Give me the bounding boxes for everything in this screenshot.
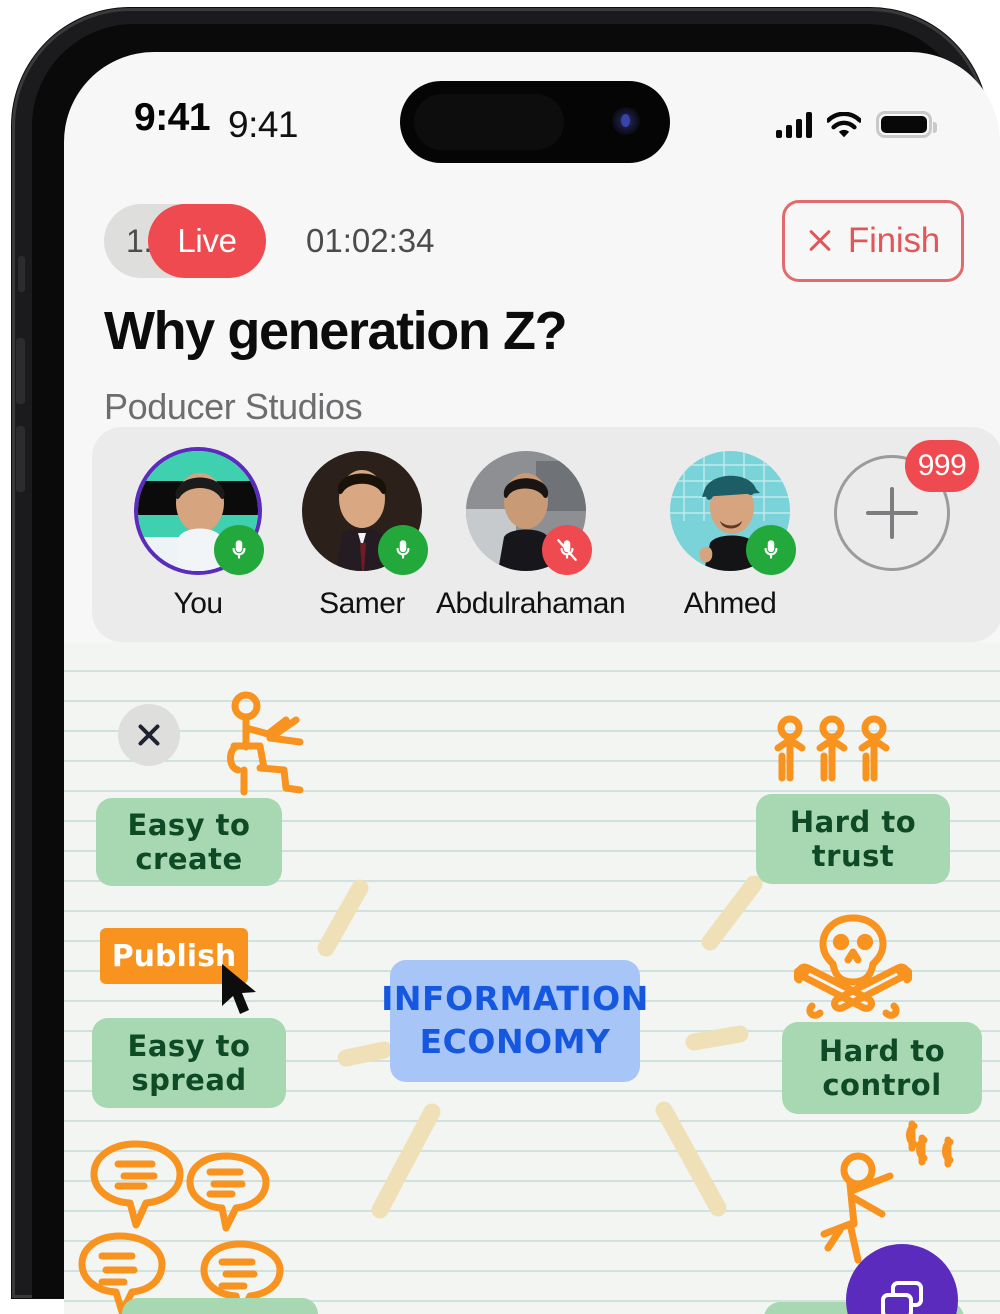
- status-bar: 9:41 9:41: [64, 52, 1000, 164]
- volume-down-button[interactable]: [16, 426, 25, 492]
- elapsed-timer: 01:02:34: [306, 222, 435, 259]
- participants-row: You Samer Abdulrahaman Ahmed 999: [92, 427, 1000, 642]
- silent-switch[interactable]: [18, 256, 25, 292]
- avatar[interactable]: [138, 451, 264, 575]
- node-hard-to-trust[interactable]: Hard to trust: [756, 794, 950, 884]
- center-node-line-1: INFORMATION: [381, 979, 649, 1019]
- close-x-icon: [806, 227, 834, 255]
- battery-full-icon: [876, 111, 937, 138]
- avatar[interactable]: [466, 451, 592, 575]
- node-center-information-economy[interactable]: INFORMATION ECONOMY: [381, 960, 648, 1082]
- pending-requests-badge: 999: [905, 440, 979, 492]
- participants-strip: You Samer Abdulrahaman Ahmed 999: [92, 427, 1000, 642]
- node-line-1: Easy to: [127, 807, 251, 842]
- cellular-bars-icon: [776, 112, 812, 138]
- plus-icon: [866, 487, 918, 539]
- node-line-2: create: [135, 842, 243, 876]
- node-line-1: Hard to: [789, 804, 917, 839]
- skull-and-crossbones-doodle: [794, 914, 912, 1019]
- page-subtitle: Poducer Studios: [104, 386, 363, 427]
- crowd-of-people-doodle: [774, 715, 890, 782]
- status-icons: [776, 104, 937, 138]
- node-line-2: trust: [811, 839, 895, 873]
- participant-abdulrahaman[interactable]: Abdulrahaman: [436, 451, 626, 621]
- node-easy-to-create[interactable]: Easy to create: [96, 798, 282, 886]
- avatar[interactable]: [302, 451, 428, 575]
- mic-on-icon[interactable]: [746, 525, 796, 575]
- avatar[interactable]: [670, 451, 796, 575]
- node-line-1: Easy to: [127, 1028, 251, 1063]
- status-clock-primary: 9:41: [134, 96, 211, 139]
- mic-off-icon[interactable]: [542, 525, 592, 575]
- live-badge: Live: [148, 204, 266, 278]
- participant-name: Samer: [319, 587, 405, 620]
- live-header: 1.3k Live 01:02:34 Finish: [64, 200, 1000, 282]
- participant-name: You: [173, 587, 223, 620]
- person-at-desk-doodle: [227, 691, 304, 796]
- volume-up-button[interactable]: [16, 338, 25, 404]
- center-node-line-2: ECONOMY: [419, 1022, 611, 1061]
- dynamic-island: [400, 81, 670, 163]
- status-clock-secondary: 9:41: [228, 104, 299, 145]
- node-line-2: control: [822, 1068, 942, 1102]
- dynamic-island-inner: [414, 94, 564, 150]
- node-easy-to-spread[interactable]: Easy to spread: [92, 1018, 286, 1108]
- mouse-pointer-icon: [222, 964, 256, 1014]
- whiteboard-canvas[interactable]: Easy to create Hard to trust Publish Eas…: [64, 642, 1000, 1314]
- finish-button[interactable]: Finish: [782, 200, 964, 282]
- participant-name: Abdulrahaman: [436, 587, 626, 620]
- finish-button-label: Finish: [847, 221, 941, 260]
- mic-on-icon[interactable]: [214, 525, 264, 575]
- wifi-icon: [827, 112, 861, 138]
- participant-you[interactable]: You: [108, 451, 288, 621]
- viewer-count-pill: 1.3k Live: [104, 204, 266, 278]
- front-camera-icon: [612, 107, 640, 135]
- phone-screen: 9:41 9:41 Live 01:02:34 Finish Why gener…: [64, 52, 1000, 1314]
- participant-name: Ahmed: [683, 587, 777, 620]
- participant-ahmed[interactable]: Ahmed: [640, 451, 820, 621]
- close-canvas-button[interactable]: [118, 704, 180, 766]
- mic-on-icon[interactable]: [378, 525, 428, 575]
- participant-samer[interactable]: Samer: [272, 451, 452, 621]
- node-hard-to-control[interactable]: Hard to control: [782, 1022, 982, 1114]
- node-bottom-left-partial[interactable]: [122, 1298, 318, 1314]
- add-participant-button[interactable]: 999: [834, 440, 979, 571]
- phone-mockup: 9:41 9:41 Live 01:02:34 Finish Why gener…: [0, 0, 1000, 1314]
- speech-bubbles-doodle: [78, 1140, 284, 1314]
- close-x-icon: [135, 721, 163, 749]
- layers-cards-icon: [881, 1281, 923, 1314]
- phone-frame: 9:41 9:41 Live 01:02:34 Finish Why gener…: [12, 8, 1000, 1314]
- node-line-2: spread: [131, 1063, 247, 1097]
- node-line-1: Hard to: [818, 1033, 946, 1068]
- page-title: Why generation Z?: [104, 301, 568, 361]
- phone-bezel: 9:41 9:41 Live 01:02:34 Finish Why gener…: [32, 24, 1000, 1314]
